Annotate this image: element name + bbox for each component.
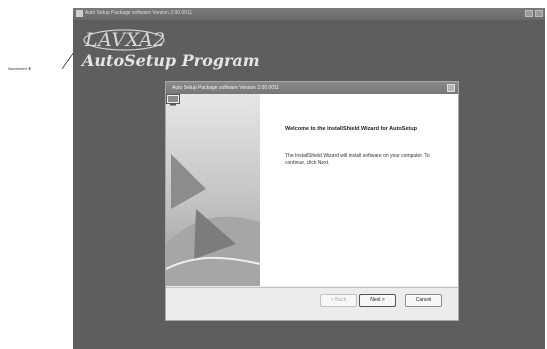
wizard-title: Auto Setup Package software Version 2.00… xyxy=(172,85,280,91)
wizard-side-banner xyxy=(166,94,260,286)
next-button[interactable]: Next > xyxy=(359,294,396,307)
app-icon xyxy=(76,10,83,17)
setup-computer-icon xyxy=(166,94,180,106)
wizard-content-panel: Welcome to the InstallShield Wizard for … xyxy=(260,94,458,286)
close-button[interactable] xyxy=(535,10,543,17)
program-title: AutoSetup Program xyxy=(82,51,260,70)
outer-titlebar: Auto Setup Package software Version 2.00… xyxy=(73,8,545,20)
installer-window: Auto Setup Package software Version 2.00… xyxy=(73,8,545,349)
install-wizard-dialog: Auto Setup Package software Version 2.00… xyxy=(165,81,459,321)
brand-logo: LAVXA2 xyxy=(85,29,166,51)
wizard-titlebar: Auto Setup Package software Version 2.00… xyxy=(166,82,458,94)
welcome-description: The InstallShield Wizard will install so… xyxy=(285,153,430,166)
outer-window-title: Auto Setup Package software Version 2.00… xyxy=(85,10,193,16)
wizard-close-button[interactable] xyxy=(447,84,455,92)
back-button[interactable]: < Back xyxy=(320,294,357,307)
welcome-heading: Welcome to the InstallShield Wizard for … xyxy=(285,126,417,132)
callout-label: Numbered ⑧ xyxy=(8,66,32,71)
minimize-button[interactable] xyxy=(525,10,533,17)
banner-graphic xyxy=(166,94,260,286)
cancel-button[interactable]: Cancel xyxy=(405,294,442,307)
